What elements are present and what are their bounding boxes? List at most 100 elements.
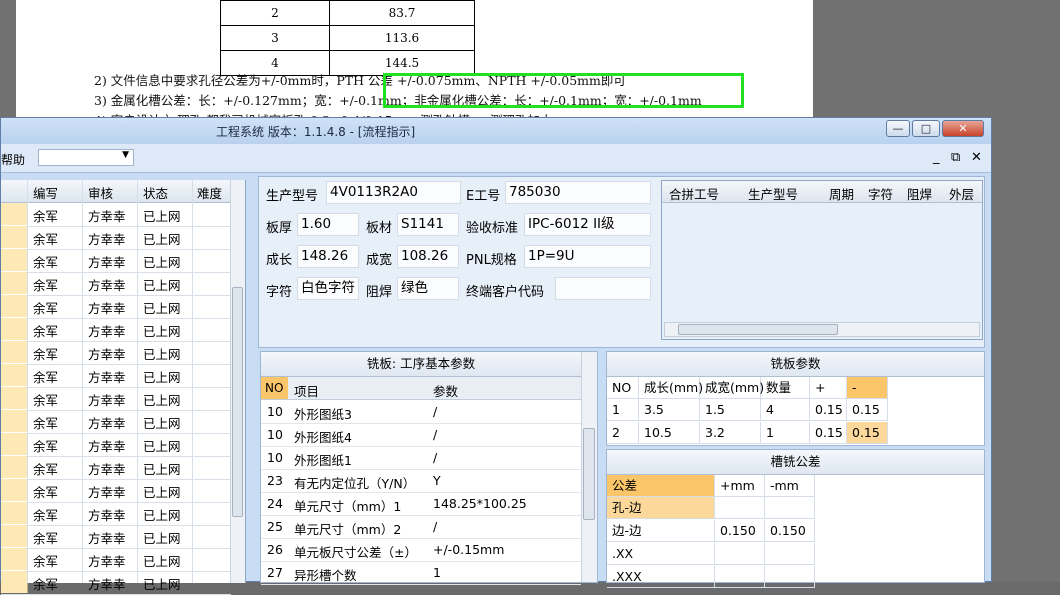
table-row[interactable]: 23 有无内定位孔（Y/N） Y [261,469,581,493]
window-title: 工程系统 版本：1.1.4.8 - [流程指示] [216,125,416,139]
table-row[interactable]: 余军 方幸幸 已上网 [1,525,231,549]
table-row[interactable]: 余军 方幸幸 已上网 [1,249,231,273]
table-row[interactable]: 余军 方幸幸 已上网 [1,272,231,296]
table-row[interactable]: 25 单元尺寸（mm）2 / [261,515,581,539]
col-header[interactable]: NO [261,377,288,399]
col-header[interactable]: - [847,377,888,399]
e-no-field[interactable]: 785030 [505,181,651,204]
mdi-restore-button[interactable]: ⧉ [951,150,960,165]
table-row[interactable]: 余军 方幸幸 已上网 [1,433,231,457]
table-cell[interactable]: 4 [761,399,810,421]
col-header[interactable]: NO [607,377,639,399]
table-cell[interactable] [765,497,815,519]
table-cell[interactable]: 0.15 [847,399,888,421]
col-header[interactable]: 状态 [143,183,168,202]
table-row[interactable]: 26 单元板尺寸公差（±） +/-0.15mm [261,538,581,562]
col-header[interactable]: 合拼工号 [669,184,719,203]
table-row[interactable]: 10 外形图纸1 / [261,446,581,470]
grid-scrollbar[interactable] [581,352,597,582]
table-row[interactable]: 余军 方幸幸 已上网 [1,548,231,572]
scrollbar-thumb[interactable] [583,428,595,520]
table-cell[interactable]: 孔-边 [607,497,715,519]
maximize-button[interactable]: □ [912,120,940,137]
table-row[interactable]: 10 外形图纸3 / [261,400,581,424]
col-header[interactable]: 审核 [88,183,113,202]
table-cell[interactable] [765,543,815,565]
table-row[interactable]: 余军 方幸幸 已上网 [1,318,231,342]
scrollbar-thumb[interactable] [232,287,243,517]
col-header[interactable]: 数量 [761,377,810,399]
table-row[interactable]: 10 外形图纸4 / [261,423,581,447]
col-header[interactable]: 项目 [294,381,319,400]
table-cell[interactable]: 3.2 [700,422,761,444]
width-field[interactable]: 108.26 [397,245,459,268]
table-cell[interactable]: 0.15 [847,422,888,444]
product-model-field[interactable]: 4V0113R2A0 [326,181,461,204]
table-row[interactable]: 余军 方幸幸 已上网 [1,341,231,365]
table-row[interactable]: 余军 方幸幸 已上网 [1,571,231,595]
table-cell[interactable] [715,497,765,519]
close-button[interactable]: ✕ [942,120,984,137]
table-cell: 1 [433,565,441,580]
minimize-button[interactable]: — [886,120,910,137]
table-row[interactable]: 24 单元尺寸（mm）1 148.25*100.25 [261,492,581,516]
table-cell[interactable]: 0.150 [765,520,815,542]
col-header[interactable]: 公差 [607,475,715,497]
menu-help[interactable]: 帮助 [1,151,25,168]
table-cell[interactable] [715,566,765,588]
col-header[interactable]: + [810,377,847,399]
table-cell[interactable]: 10.5 [639,422,700,444]
col-header[interactable]: 阻焊 [907,184,932,203]
mask-field[interactable]: 绿色 [397,277,459,300]
length-field[interactable]: 148.26 [297,245,359,268]
table-row[interactable]: 余军 方幸幸 已上网 [1,456,231,480]
mdi-close-button[interactable]: ✕ [971,150,982,165]
table-cell[interactable] [715,543,765,565]
table-row[interactable]: 余军 方幸幸 已上网 [1,295,231,319]
table-cell[interactable]: 1.5 [700,399,761,421]
table-cell: 已上网 [143,439,181,454]
char-field[interactable]: 白色字符 [297,277,359,300]
table-cell[interactable]: .XX [607,543,715,565]
list-scrollbar[interactable] [230,180,245,583]
table-row[interactable]: 余军 方幸幸 已上网 [1,479,231,503]
pnl-field[interactable]: 1P=9U [524,245,651,268]
col-header[interactable]: -mm [765,475,815,497]
table-cell[interactable]: 0.15 [810,422,847,444]
menu-select[interactable]: ▼ [38,149,134,166]
col-header[interactable]: 难度 [197,183,222,202]
col-header[interactable]: 外层 [949,184,974,203]
col-header[interactable]: 成宽(mm) [700,377,764,399]
col-header[interactable]: 生产型号 [748,184,798,203]
col-header[interactable]: 成长(mm) [639,377,703,399]
title-bar[interactable]: 工程系统 版本：1.1.4.8 - [流程指示] — □ ✕ [1,118,991,144]
table-row[interactable]: 余军 方幸幸 已上网 [1,226,231,250]
table-cell[interactable]: 3.5 [639,399,700,421]
table-row[interactable]: 余军 方幸幸 已上网 [1,387,231,411]
scrollbar-thumb[interactable] [678,324,838,335]
col-header[interactable]: 参数 [433,381,458,400]
table-cell[interactable]: .XXX [607,566,715,588]
table-cell[interactable]: 2 [607,422,639,444]
thickness-field[interactable]: 1.60 [297,213,359,236]
customer-field[interactable] [555,277,651,300]
col-header[interactable]: +mm [715,475,765,497]
table-cell[interactable]: 1 [761,422,810,444]
table-cell[interactable] [765,566,815,588]
table-row[interactable]: 余军 方幸幸 已上网 [1,203,231,227]
col-header[interactable]: 周期 [829,184,854,203]
table-row[interactable]: 余军 方幸幸 已上网 [1,364,231,388]
col-header[interactable]: 字符 [868,184,893,203]
standard-field[interactable]: IPC-6012 II级 [524,213,651,236]
table-cell[interactable]: 1 [607,399,639,421]
table-cell[interactable]: 0.15 [810,399,847,421]
mdi-minimize-button[interactable]: _ [933,150,940,165]
table-row[interactable]: 27 异形槽个数 1 [261,561,581,585]
material-field[interactable]: S1141 [397,213,459,236]
col-header[interactable]: 编写 [33,183,58,202]
horizontal-scrollbar[interactable] [664,322,980,337]
table-cell[interactable]: 0.150 [715,520,765,542]
table-row[interactable]: 余军 方幸幸 已上网 [1,502,231,526]
table-row[interactable]: 余军 方幸幸 已上网 [1,410,231,434]
table-cell[interactable]: 边-边 [607,520,715,542]
